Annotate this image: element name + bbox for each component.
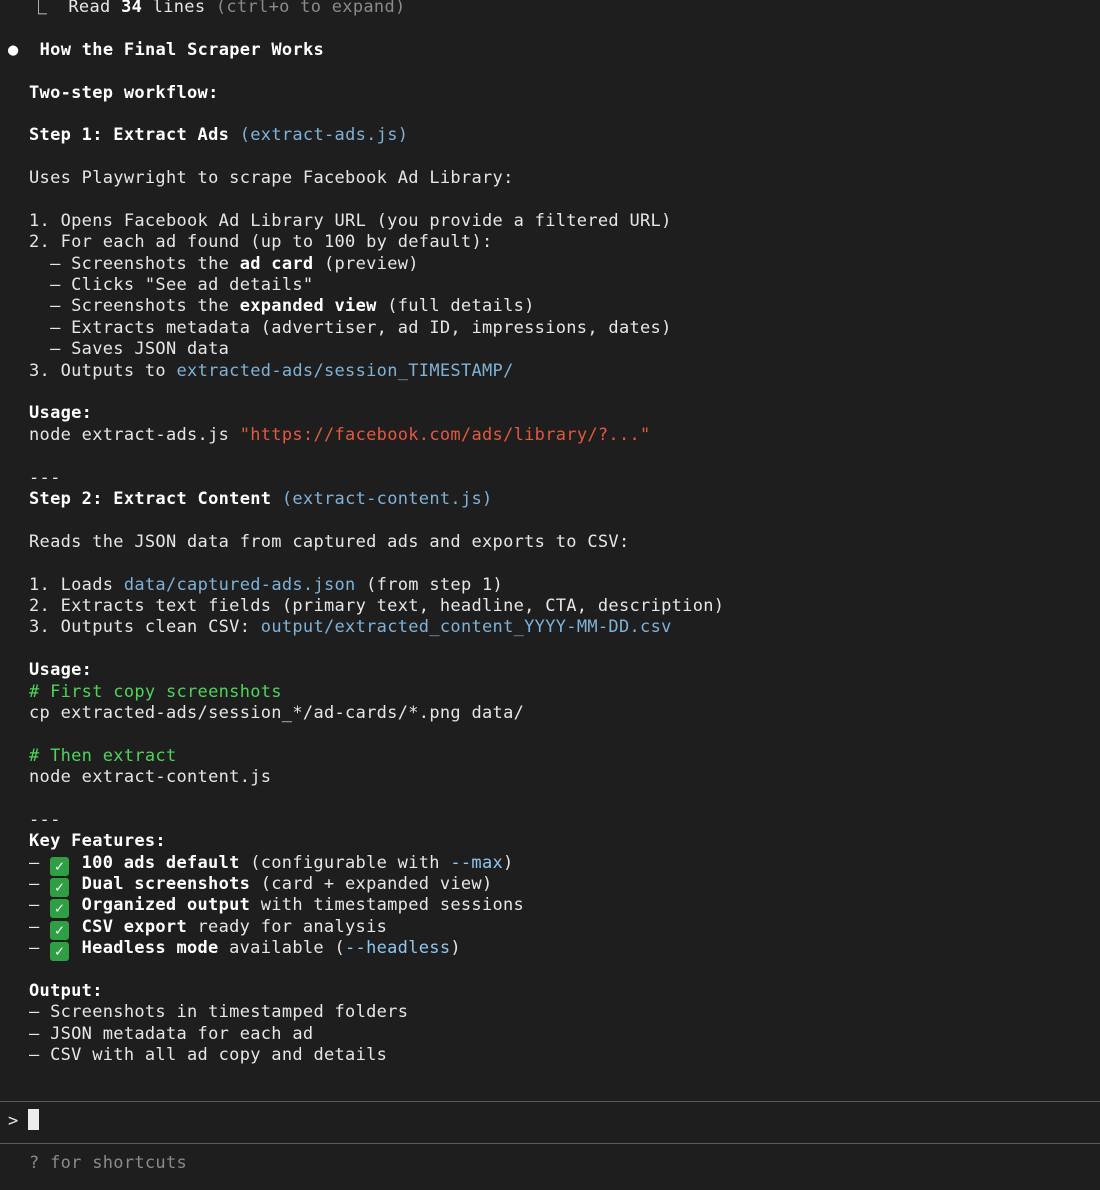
check-icon: ✓ [50, 856, 70, 876]
usage-command: node extract-ads.js "https://facebook.co… [29, 424, 651, 445]
check-icon: ✓ [50, 920, 70, 940]
input-bottom-border [0, 1143, 1100, 1144]
features-label: Key Features: [29, 831, 166, 852]
list-item: 2. For each ad found (up to 100 by defau… [29, 232, 493, 253]
list-item: 1. Opens Facebook Ad Library URL (you pr… [29, 210, 672, 231]
list-item: 3. Outputs to extracted-ads/session_TIME… [29, 360, 514, 381]
workflow-label: Two-step workflow: [29, 82, 219, 103]
usage-label: Usage: [29, 660, 93, 681]
response-heading: ● How the Final Scraper Works [8, 39, 325, 60]
list-item: 2. Extracts text fields (primary text, h… [29, 595, 725, 616]
check-icon: ✓ [50, 878, 70, 898]
read-output-line[interactable]: ⎿ Read 34 lines (ctrl+o to expand) [0, 0, 1100, 18]
transcript: ⎿ Read 34 lines (ctrl+o to expand) ● How… [0, 0, 1100, 1067]
check-icon: ✓ [50, 942, 70, 962]
list-item: – Saves JSON data [29, 339, 230, 360]
session-path: extracted-ads/session_TIMESTAMP/ [176, 360, 514, 381]
feature-item: – ✓ CSV export ready for analysis [29, 916, 388, 940]
usage-label: Usage: [29, 403, 93, 424]
code-comment: # Then extract [29, 745, 177, 766]
list-item: 3. Outputs clean CSV: output/extracted_c… [29, 617, 672, 638]
shortcuts-hint[interactable]: ? for shortcuts [29, 1153, 187, 1173]
tree-branch: ⎿ [30, 0, 69, 17]
output-item: – JSON metadata for each ad [29, 1023, 314, 1044]
divider: --- [29, 467, 61, 488]
output-label: Output: [29, 980, 103, 1001]
terminal-window: ⎿ Read 34 lines (ctrl+o to expand) ● How… [0, 0, 1100, 1190]
bullet-icon: ● [8, 39, 19, 60]
list-item: – Clicks "See ad details" [29, 275, 314, 296]
prompt-input[interactable]: > [8, 1109, 40, 1133]
url-argument: "https://facebook.com/ads/library/?..." [239, 424, 651, 445]
read-line-count: 34 [121, 0, 143, 17]
step2-heading: Step 2: Extract Content (extract-content… [29, 488, 493, 509]
feature-item: – ✓ Dual screenshots (card + expanded vi… [29, 874, 493, 898]
output-item: – CSV with all ad copy and details [29, 1045, 388, 1066]
code-comment: # First copy screenshots [29, 681, 282, 702]
divider: --- [29, 809, 61, 830]
expand-hint: (ctrl+o to expand) [205, 0, 406, 17]
feature-item: – ✓ Organized output with timestamped se… [29, 895, 525, 919]
list-item: – Screenshots the ad card (preview) [29, 253, 419, 274]
step2-file: (extract-content.js) [281, 488, 493, 509]
list-item: – Extracts metadata (advertiser, ad ID, … [29, 317, 672, 338]
list-item: 1. Loads data/captured-ads.json (from st… [29, 574, 504, 595]
code-line: cp extracted-ads/session_*/ad-cards/*.pn… [29, 702, 525, 723]
step1-heading: Step 1: Extract Ads (extract-ads.js) [29, 125, 409, 146]
code-line: node extract-content.js [29, 767, 272, 788]
check-icon: ✓ [50, 899, 70, 919]
prompt-symbol: > [8, 1111, 19, 1131]
list-item: – Screenshots the expanded view (full de… [29, 296, 535, 317]
feature-item: – ✓ 100 ads default (configurable with -… [29, 852, 514, 876]
output-item: – Screenshots in timestamped folders [29, 1002, 409, 1023]
text-cursor [28, 1109, 40, 1130]
feature-item: – ✓ Headless mode available (--headless) [29, 938, 461, 962]
step1-file: (extract-ads.js) [239, 125, 409, 146]
input-top-border [0, 1101, 1100, 1102]
